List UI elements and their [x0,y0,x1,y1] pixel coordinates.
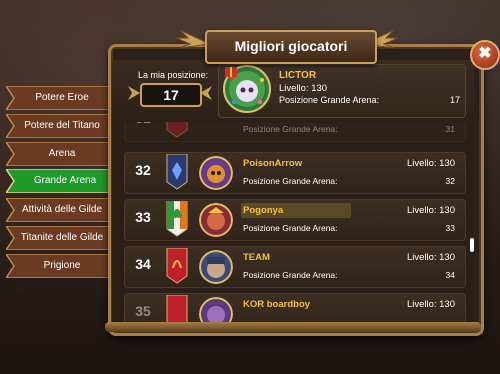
panel-bottom-frame [105,322,481,332]
player-name: Pogonya [243,205,284,216]
my-arena-value: 17 [449,95,460,105]
player-avatar[interactable] [199,156,233,190]
player-name: PoisonArrow [243,158,303,169]
my-position-label: La mia posizione: [137,70,209,80]
arena-value: 34 [445,270,455,280]
tab-label: Titanite delle Gilde [20,232,104,243]
player-level: Livello: 130 [406,158,455,169]
player-level: Livello: 130 [406,205,455,216]
tab-prigione[interactable]: Prigione [6,254,118,278]
right-wing-icon [200,86,212,100]
arena-value: 31 [445,124,455,134]
player-name: KOR boardboy [243,299,311,310]
close-icon: ✖ [478,45,492,62]
guild-banner-icon [166,122,188,138]
table-row[interactable]: 32 PoisonArrow Livello: 130 Posizione Gr… [124,152,466,194]
my-player-name: LICTOR [279,70,317,81]
tab-label: Grande Arena [33,175,97,186]
table-row[interactable]: 35 KOR boardboy Livello: 130 [124,293,466,325]
table-row[interactable]: 33 Pogonya Livello: 130 Posizione Grande… [124,199,466,241]
player-avatar[interactable] [199,250,233,284]
tab-label: Attività delle Gilde [21,204,103,215]
guild-banner-icon [166,248,188,284]
player-level: Livello: 130 [406,252,455,263]
arena-value: 32 [445,176,455,186]
rank: 33 [135,209,151,225]
player-level: Livello: 130 [406,299,455,310]
player-list[interactable]: 31 Posizione Grande Arena: 31 32 PoisonA… [112,122,474,325]
tab-label: Potere Eroe [35,92,89,103]
my-avatar[interactable] [222,64,272,114]
tab-grande-arena[interactable]: Grande Arena [6,169,124,193]
table-row[interactable]: 31 Posizione Grande Arena: 31 [124,122,466,142]
tab-label: Potere del Titano [24,120,100,131]
table-row[interactable]: 34 TEAM Livello: 130 Posizione Grande Ar… [124,246,466,288]
guild-banner-icon [166,154,188,190]
arena-label: Posizione Grande Arena: [243,176,338,186]
arena-label: Posizione Grande Arena: [243,270,338,280]
tab-label: Arena [48,148,76,159]
arena-label: Posizione Grande Arena: [243,124,338,134]
my-player-level: Livello: 130 [279,83,328,94]
my-arena-label: Posizione Grande Arena: [279,95,380,105]
page-title: Migliori giocatori [205,30,377,64]
tab-potere-eroe[interactable]: Potere Eroe [6,86,118,110]
player-name: TEAM [243,252,270,263]
my-position-value: 17 [140,83,202,107]
guild-banner-icon [166,295,188,325]
rank: 35 [135,303,151,319]
rank: 31 [125,122,161,126]
clover-banner-icon [166,201,188,237]
player-avatar[interactable] [199,297,233,325]
arena-label: Posizione Grande Arena: [243,223,338,233]
rank: 34 [135,256,151,272]
tab-potere-del-titano[interactable]: Potere del Titano [6,114,118,138]
left-wing-icon [128,86,140,100]
rank: 32 [135,162,151,178]
scrollbar[interactable] [470,238,474,252]
arena-value: 33 [445,223,455,233]
tab-arena[interactable]: Arena [6,142,118,166]
tab-attivita-delle-gilde[interactable]: Attività delle Gilde [6,198,118,222]
close-button[interactable]: ✖ [470,40,500,70]
tab-titanite-delle-gilde[interactable]: Titanite delle Gilde [6,226,118,250]
tab-label: Prigione [43,260,81,271]
player-avatar[interactable] [199,203,233,237]
